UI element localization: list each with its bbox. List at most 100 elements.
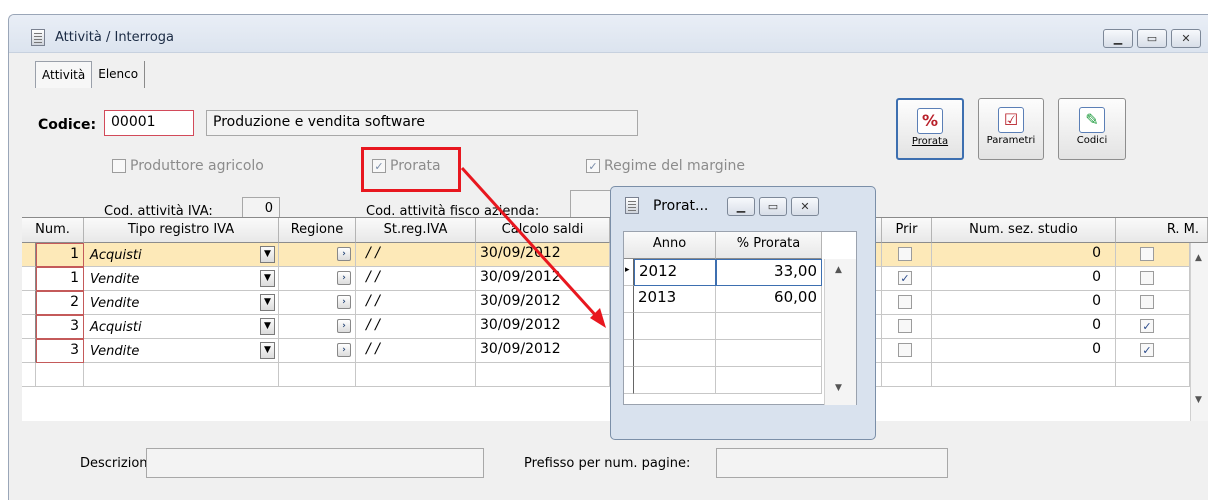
column-header[interactable]: St.reg.IVA — [356, 218, 476, 243]
checkmark-icon[interactable]: ✓ — [1140, 319, 1154, 333]
empty-cell[interactable] — [932, 363, 1116, 387]
empty-cell[interactable] — [36, 363, 84, 387]
rm-cell[interactable]: ✓ — [1116, 339, 1190, 363]
streg-cell[interactable]: / / — [356, 243, 476, 267]
zoom-arrow-icon[interactable]: › — [337, 271, 351, 285]
current-row-icon[interactable]: ▸ — [624, 259, 634, 286]
empty-cell[interactable] — [356, 363, 476, 387]
tipo-cell[interactable]: Acquisti ▼ — [84, 315, 279, 339]
regione-cell[interactable]: › — [279, 339, 356, 363]
grid-scrollbar[interactable]: ▲ ▼ — [1190, 243, 1208, 421]
anno-cell[interactable]: 2012 — [634, 259, 716, 286]
row-indicator[interactable] — [624, 367, 634, 394]
row-indicator[interactable] — [624, 286, 634, 313]
popup-title-bar[interactable]: Prorat... ▁ ▭ ✕ — [611, 187, 875, 221]
prorata-percent-cell[interactable] — [716, 313, 822, 340]
num-cell[interactable]: 3 — [36, 339, 84, 363]
sez-studio-cell[interactable]: 0 — [932, 267, 1116, 291]
column-header[interactable]: Num. sez. studio — [932, 218, 1116, 243]
checkbox-box[interactable] — [1140, 295, 1154, 309]
dropdown-arrow-icon[interactable]: ▼ — [260, 246, 275, 263]
prefisso-field[interactable] — [716, 448, 948, 478]
row-indicator[interactable] — [22, 315, 36, 339]
row-indicator[interactable] — [22, 267, 36, 291]
regione-cell[interactable]: › — [279, 291, 356, 315]
column-header[interactable]: Calcolo saldi — [476, 218, 610, 243]
scroll-down-icon[interactable]: ▼ — [1195, 395, 1202, 405]
anno-cell[interactable] — [634, 340, 716, 367]
anno-cell[interactable] — [634, 313, 716, 340]
anno-cell[interactable]: 2013 — [634, 286, 716, 313]
sez-studio-cell[interactable]: 0 — [932, 243, 1116, 267]
popup-close-button[interactable]: ✕ — [791, 197, 819, 216]
checkbox-box[interactable] — [898, 295, 912, 309]
prir-cell[interactable] — [882, 243, 932, 267]
regime-margine-checkbox[interactable]: ✓ Regime del margine — [586, 158, 745, 174]
regione-cell[interactable]: › — [279, 315, 356, 339]
streg-cell[interactable]: / / — [356, 339, 476, 363]
row-indicator[interactable] — [22, 339, 36, 363]
regione-cell[interactable]: › — [279, 243, 356, 267]
scroll-up-icon[interactable]: ▲ — [1195, 253, 1202, 263]
prorata-percent-cell[interactable]: 33,00 — [716, 259, 822, 286]
popup-minimize-button[interactable]: ▁ — [727, 197, 755, 216]
empty-cell[interactable] — [1116, 363, 1190, 387]
column-header[interactable]: Regione — [279, 218, 356, 243]
popup-maximize-button[interactable]: ▭ — [759, 197, 787, 216]
num-cell[interactable]: 1 — [36, 267, 84, 291]
row-indicator[interactable] — [624, 313, 634, 340]
zoom-arrow-icon[interactable]: › — [337, 319, 351, 333]
popup-scrollbar[interactable]: ▲ ▼ — [824, 259, 856, 405]
prir-cell[interactable] — [882, 339, 932, 363]
tipo-cell[interactable]: Vendite ▼ — [84, 339, 279, 363]
zoom-arrow-icon[interactable]: › — [337, 295, 351, 309]
regione-cell[interactable]: › — [279, 267, 356, 291]
num-cell[interactable]: 2 — [36, 291, 84, 315]
codici-button[interactable]: ✎ Codici — [1058, 98, 1126, 160]
streg-cell[interactable]: / / — [356, 315, 476, 339]
rm-cell[interactable] — [1116, 243, 1190, 267]
streg-cell[interactable]: / / — [356, 291, 476, 315]
checkmark-icon[interactable]: ✓ — [1140, 343, 1154, 357]
checkbox-box[interactable] — [898, 247, 912, 261]
empty-cell[interactable] — [279, 363, 356, 387]
empty-cell[interactable] — [22, 363, 36, 387]
column-header[interactable]: % Prorata — [716, 232, 822, 259]
anno-cell[interactable] — [634, 367, 716, 394]
column-header[interactable]: Tipo registro IVA — [84, 218, 279, 243]
prorata-percent-cell[interactable] — [716, 340, 822, 367]
minimize-button[interactable]: ▁ — [1103, 29, 1133, 48]
empty-cell[interactable] — [84, 363, 279, 387]
prorata-button[interactable]: % Prorata — [896, 98, 964, 160]
sez-studio-cell[interactable]: 0 — [932, 291, 1116, 315]
num-cell[interactable]: 3 — [36, 315, 84, 339]
row-indicator[interactable] — [22, 291, 36, 315]
prorata-percent-cell[interactable] — [716, 367, 822, 394]
column-header[interactable]: R. M. — [1116, 218, 1208, 243]
descrizione-attivita-field[interactable]: Produzione e vendita software — [206, 110, 638, 136]
sez-studio-cell[interactable]: 0 — [932, 315, 1116, 339]
tab-elenco[interactable]: Elenco — [92, 61, 146, 88]
num-cell[interactable]: 1 — [36, 243, 84, 267]
calcolo-saldi-cell[interactable]: 30/09/2012 — [476, 267, 610, 291]
calcolo-saldi-cell[interactable]: 30/09/2012 — [476, 339, 610, 363]
scroll-up-icon[interactable]: ▲ — [835, 265, 842, 275]
maximize-button[interactable]: ▭ — [1137, 29, 1167, 48]
streg-cell[interactable]: / / — [356, 267, 476, 291]
rm-cell[interactable] — [1116, 267, 1190, 291]
sez-studio-cell[interactable]: 0 — [932, 339, 1116, 363]
scroll-down-icon[interactable]: ▼ — [835, 383, 842, 393]
calcolo-saldi-cell[interactable]: 30/09/2012 — [476, 243, 610, 267]
prir-cell[interactable] — [882, 291, 932, 315]
title-bar[interactable]: Attività / Interroga ▁ ▭ ✕ — [9, 15, 1208, 53]
column-header[interactable]: Num. — [22, 218, 84, 243]
prir-cell[interactable] — [882, 315, 932, 339]
column-header[interactable]: Anno — [624, 232, 716, 259]
produttore-agricolo-checkbox[interactable]: Produttore agricolo — [112, 158, 264, 174]
tipo-cell[interactable]: Acquisti ▼ — [84, 243, 279, 267]
close-button[interactable]: ✕ — [1171, 29, 1201, 48]
checkmark-icon[interactable]: ✓ — [898, 271, 912, 285]
checkbox-box[interactable] — [898, 319, 912, 333]
checkbox-box[interactable] — [1140, 247, 1154, 261]
calcolo-saldi-cell[interactable]: 30/09/2012 — [476, 315, 610, 339]
